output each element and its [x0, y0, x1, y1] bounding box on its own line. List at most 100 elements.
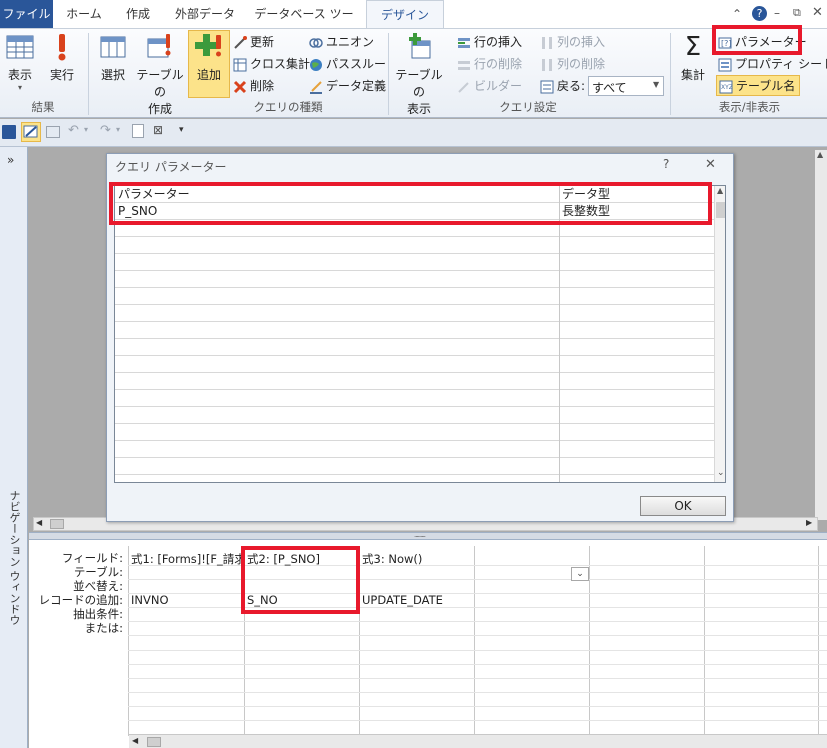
scroll-up-icon[interactable]: ▲ [717, 186, 723, 195]
svg-text:XYZ: XYZ [721, 84, 733, 91]
insert-columns-button[interactable]: 列の挿入 [540, 32, 605, 52]
window-minimize-icon[interactable]: – [774, 6, 780, 20]
insert-rows-button[interactable]: 行の挿入 [457, 32, 522, 52]
expand-pane-icon[interactable]: » [7, 153, 14, 167]
tab-create[interactable]: 作成 [116, 0, 160, 28]
make-table-label-1: テーブルの [136, 68, 184, 99]
property-sheet-button[interactable]: プロパティ シート [718, 54, 827, 74]
run-exclamation-icon [47, 32, 77, 62]
table-names-button[interactable]: XYZ テーブル名 [716, 75, 801, 96]
pane-splitter[interactable]: ········· [29, 532, 827, 541]
field-cell-col1[interactable]: 式1: [Forms]![F_請求 [131, 551, 241, 567]
tab-file[interactable]: ファイル [0, 0, 53, 28]
ribbon-tab-bar: ファイル ホーム 作成 外部データ データベース ツール デザイン ⌃ ? – … [0, 0, 827, 49]
tab-home[interactable]: ホーム [60, 0, 108, 28]
append-plus-icon [194, 32, 224, 62]
return-icon [540, 80, 554, 94]
tab-external-data[interactable]: 外部データ [168, 0, 242, 28]
table-row[interactable] [115, 288, 715, 305]
crosstab-query-button[interactable]: クロス集計 [233, 54, 310, 74]
help-icon[interactable]: ? [752, 6, 767, 21]
parameters-grid-scrollbar[interactable]: ▲ ⌄ [714, 186, 725, 482]
table-row[interactable] [115, 305, 715, 322]
append-query-button[interactable]: 追加 [189, 32, 229, 83]
scroll-up-icon[interactable]: ▲ [817, 150, 823, 159]
union-query-button[interactable]: ユニオン [309, 32, 374, 52]
navigation-pane[interactable]: » [0, 147, 28, 748]
minimize-ribbon-icon[interactable]: ⌃ [732, 7, 742, 21]
scroll-left-icon[interactable]: ◀ [132, 736, 138, 745]
table-dropdown-icon[interactable]: ⌄ [571, 567, 589, 581]
table-row[interactable] [115, 356, 715, 373]
chevron-down-icon[interactable]: ▾ [84, 125, 88, 134]
show-table-label-1: テーブルの [395, 68, 443, 99]
chevron-down-icon[interactable]: ▾ [116, 125, 120, 134]
table-row[interactable] [115, 254, 715, 271]
append-to-cell-col3[interactable]: UPDATE_DATE [362, 593, 472, 607]
totals-button[interactable]: Σ 集計 [676, 32, 710, 83]
builder-button[interactable]: ビルダー [457, 76, 522, 96]
view-button[interactable]: 表示 ▾ [4, 32, 36, 92]
table-row[interactable] [115, 237, 715, 254]
form-view-icon[interactable] [46, 126, 60, 138]
dialog-close-icon[interactable]: ✕ [705, 157, 716, 172]
delete-columns-button[interactable]: 列の削除 [540, 54, 605, 74]
scroll-right-icon[interactable]: ▶ [806, 518, 812, 527]
passthrough-query-button[interactable]: パススルー [309, 54, 386, 74]
grid-row-separator [128, 678, 827, 679]
design-view-icon[interactable] [21, 122, 41, 142]
scroll-thumb[interactable] [147, 737, 161, 747]
redo-icon[interactable]: ↷ [100, 123, 111, 138]
table-row[interactable] [115, 373, 715, 390]
delete-query-button[interactable]: 削除 [233, 76, 274, 96]
navigation-pane-label: ナビゲーション ウィンドウ [8, 490, 21, 626]
field-cell-col3[interactable]: 式3: Now() [362, 551, 472, 567]
return-values-select[interactable]: すべて ▼ [588, 76, 664, 96]
window-close-icon[interactable]: ✕ [812, 5, 823, 20]
insert-rows-icon [457, 36, 471, 50]
dialog-help-icon[interactable]: ? [663, 157, 669, 171]
save-icon[interactable] [2, 125, 16, 139]
table-row[interactable] [115, 390, 715, 407]
select-query-button[interactable]: 選択 [96, 32, 130, 83]
append-to-cell-col1[interactable]: INVNO [131, 593, 241, 607]
table-row[interactable] [115, 441, 715, 458]
delete-columns-icon [540, 58, 554, 72]
tab-design[interactable]: デザイン [366, 0, 444, 29]
delete-x-icon [233, 80, 247, 94]
ruler-pencil-icon [309, 80, 323, 94]
append-label: 追加 [196, 68, 221, 82]
table-row[interactable] [115, 458, 715, 475]
design-grid-horizontal-scrollbar[interactable]: ◀ [129, 734, 827, 748]
group-label-results: 結果 [31, 100, 55, 114]
close-object-icon[interactable]: ⊠ [153, 123, 163, 137]
table-row[interactable] [115, 339, 715, 356]
table-row[interactable] [115, 271, 715, 288]
run-button[interactable]: 実行 [46, 32, 78, 83]
return-values: 戻る: [540, 76, 585, 96]
undo-icon[interactable]: ↶ [68, 123, 79, 138]
scroll-down-icon[interactable]: ⌄ [717, 468, 725, 478]
update-query-button[interactable]: 更新 [233, 32, 274, 52]
table-row[interactable] [115, 322, 715, 339]
grid-column-separator [818, 546, 819, 736]
delete-rows-button[interactable]: 行の削除 [457, 54, 522, 74]
print-preview-icon[interactable] [132, 124, 144, 138]
table-row[interactable] [115, 407, 715, 424]
ok-button[interactable]: OK [640, 496, 726, 516]
query-design-grid [29, 540, 827, 748]
window-restore-icon[interactable]: ⧉ [793, 6, 801, 20]
make-table-button[interactable]: テーブルの 作成 [134, 32, 186, 117]
tab-database-tools[interactable]: データベース ツール [250, 0, 358, 49]
scroll-left-icon[interactable]: ◀ [36, 518, 42, 527]
upper-pane-vertical-scrollbar[interactable]: ▲ [815, 150, 827, 520]
table-row[interactable] [115, 424, 715, 441]
scroll-thumb[interactable] [716, 202, 725, 218]
customize-qat-icon[interactable]: ▾ [179, 125, 184, 135]
data-definition-query-button[interactable]: データ定義 [309, 76, 386, 96]
ribbon: 表示 ▾ 実行 結果 選択 テーブルの 作成 追加 更新 クロス集計 削除 ユニ… [0, 28, 827, 118]
make-table-label-2: 作成 [147, 102, 172, 116]
scroll-thumb[interactable] [50, 519, 64, 529]
chevron-down-icon: ▾ [17, 83, 22, 92]
grid-row-separator [128, 692, 827, 693]
